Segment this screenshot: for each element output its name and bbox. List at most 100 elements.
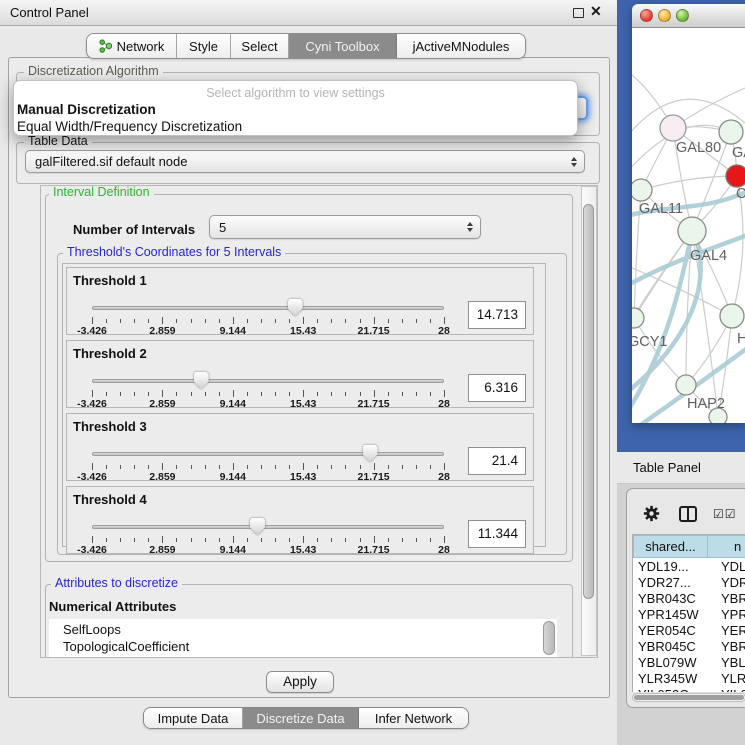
table-row[interactable]: YLR345WYLR3: [633, 670, 745, 686]
network-graph-icon: [99, 39, 112, 53]
popup-options: Manual DiscretizationEqual Width/Frequen…: [17, 101, 577, 135]
slider-tick: [360, 538, 361, 542]
threshold-panel-4: Threshold 4-3.4262.8599.14415.4321.71528…: [66, 486, 534, 554]
table-data-combobox[interactable]: galFiltered.sif default node: [25, 150, 585, 173]
tab-network[interactable]: Network: [87, 34, 177, 58]
network-node-3[interactable]: [726, 165, 745, 187]
slider-tick: [247, 319, 248, 323]
network-node-5[interactable]: [678, 217, 706, 245]
control-panel-titlebar[interactable]: Control Panel ✕: [0, 0, 617, 26]
zoom-button[interactable]: [676, 9, 689, 22]
main-scrollbar[interactable]: [581, 186, 597, 656]
slider-tick: [148, 465, 149, 469]
threshold-slider-thumb[interactable]: [363, 445, 378, 462]
tab-select[interactable]: Select: [231, 34, 289, 58]
threshold-value-input[interactable]: 11.344: [468, 520, 526, 548]
tab-cyni-toolbox[interactable]: Cyni Toolbox: [289, 34, 397, 58]
node-label-gal11: GAL11: [639, 201, 683, 217]
table-horizontal-scrollbar[interactable]: [632, 693, 745, 702]
threshold-slider-thumb[interactable]: [194, 372, 209, 389]
slider-tick-label: 28: [438, 398, 450, 410]
slider-tick: [134, 319, 135, 323]
popup-hint: Select algorithm to view settings: [14, 86, 577, 100]
table-row[interactable]: YER054CYER0: [633, 622, 745, 638]
threshold-value-input[interactable]: 6.316: [468, 374, 526, 402]
tab-style[interactable]: Style: [177, 34, 231, 58]
network-node-6[interactable]: [632, 308, 644, 328]
close-button[interactable]: [640, 9, 653, 22]
node-label-gal4: GAL4: [690, 248, 727, 264]
threshold-slider-thumb[interactable]: [250, 518, 265, 535]
column-layout-icon[interactable]: [679, 506, 697, 522]
table-row[interactable]: YDL19...YDL1: [633, 558, 745, 574]
close-icon[interactable]: ✕: [590, 3, 602, 20]
table-row[interactable]: YBR043CYBR0: [633, 590, 745, 606]
table-row[interactable]: YBR045CYBR0: [633, 638, 745, 654]
slider-tick: [360, 392, 361, 396]
table-row[interactable]: YDR27...YDR2: [633, 574, 745, 590]
network-node-7[interactable]: [720, 304, 744, 328]
slider-tick: [219, 392, 220, 396]
network-graph: GAL80GAGAL11CGAL4GCY1HHAP2: [632, 28, 745, 423]
slider-tick: [120, 538, 121, 542]
slider-tick-label: 28: [438, 544, 450, 556]
slider-tick: [444, 317, 445, 324]
slider-tick: [331, 319, 332, 323]
numerical-attributes-list[interactable]: SelfLoopsTopologicalCoefficientBetweenne…: [49, 619, 557, 658]
table-cell: YBR045C: [633, 639, 708, 654]
threshold-slider-track[interactable]: [92, 306, 444, 310]
column-header-n[interactable]: n: [708, 535, 745, 558]
network-canvas[interactable]: GAL80GAGAL11CGAL4GCY1HHAP2: [632, 28, 745, 423]
threshold-value-input[interactable]: 21.4: [468, 447, 526, 475]
network-node-2[interactable]: [719, 120, 743, 144]
network-window-titlebar[interactable]: [632, 4, 745, 28]
slider-tick: [205, 319, 206, 323]
tab-impute-data[interactable]: Impute Data: [144, 708, 243, 728]
algorithm-option-equal-width-frequency-discretization[interactable]: Equal Width/Frequency Discretization: [17, 118, 242, 135]
network-node-8[interactable]: [676, 375, 696, 395]
slider-tick: [289, 465, 290, 469]
float-window-icon[interactable]: [573, 8, 584, 18]
apply-button[interactable]: Apply: [266, 671, 334, 693]
threshold-slider-track[interactable]: [92, 525, 444, 529]
threshold-slider-track[interactable]: [92, 452, 444, 456]
tab-jactivemnodules[interactable]: jActiveMNodules: [397, 34, 525, 58]
table-hscrollbar-thumb[interactable]: [634, 695, 744, 700]
threshold-value-input[interactable]: 14.713: [468, 301, 526, 329]
attribute-item-topologicalcoefficient[interactable]: TopologicalCoefficient: [63, 638, 189, 655]
algorithm-option-manual-discretization[interactable]: Manual Discretization: [17, 101, 156, 118]
slider-tick-label: 2.859: [149, 398, 175, 410]
table-row[interactable]: YPR145WYPR1: [633, 606, 745, 622]
slider-tick: [388, 392, 389, 396]
network-node-1[interactable]: [660, 115, 686, 141]
node-label-hap2: HAP2: [687, 396, 725, 412]
number-of-intervals-combobox[interactable]: 5: [209, 215, 481, 239]
network-node-4[interactable]: [632, 179, 652, 201]
slider-tick: [416, 465, 417, 469]
threshold-slider-thumb[interactable]: [288, 299, 303, 316]
settings-gear-icon[interactable]: [643, 505, 660, 525]
slider-tick: [162, 536, 163, 543]
slider-tick: [92, 536, 93, 543]
tab-label: Impute Data: [158, 711, 229, 726]
main-scrollbar-thumb[interactable]: [583, 204, 594, 599]
slider-tick: [303, 463, 304, 470]
tab-infer-network[interactable]: Infer Network: [359, 708, 468, 728]
attribute-item-betweennesscentrality[interactable]: BetweennessCentrality: [63, 655, 196, 658]
slider-tick: [92, 390, 93, 397]
attributes-list-scrollbar[interactable]: [543, 621, 555, 655]
node-label-ga: GA: [732, 145, 745, 161]
slider-tick: [247, 465, 248, 469]
tab-label: Network: [117, 39, 165, 54]
table-row[interactable]: YBL079WYBL0: [633, 654, 745, 670]
slider-tick: [106, 465, 107, 469]
attribute-item-selfloops[interactable]: SelfLoops: [63, 621, 121, 638]
column-header-shared[interactable]: shared...: [633, 535, 708, 558]
tab-discretize-data[interactable]: Discretize Data: [243, 708, 359, 728]
select-columns-checkboxes-icon[interactable]: ☑☑: [713, 507, 737, 521]
threshold-slider-track[interactable]: [92, 379, 444, 383]
table-row[interactable]: YIL052CYIL0: [633, 686, 745, 692]
minimize-button[interactable]: [658, 9, 671, 22]
slider-tick: [219, 465, 220, 469]
table-cell: YBL079W: [633, 655, 708, 670]
